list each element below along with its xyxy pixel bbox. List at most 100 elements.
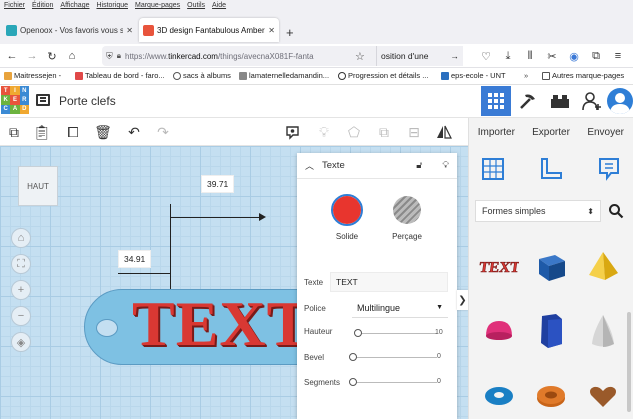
downloads-icon[interactable]: ⤓ xyxy=(500,48,516,64)
text-object[interactable]: TEXT xyxy=(132,292,310,356)
library-icon[interactable]: ⫴ xyxy=(522,48,538,64)
new-tab-button[interactable]: + xyxy=(286,25,294,40)
design-menu-icon[interactable] xyxy=(36,94,50,106)
zoom-in-icon[interactable]: + xyxy=(11,280,31,300)
bookmark-item[interactable]: sacs à albums xyxy=(173,71,231,80)
font-select[interactable]: Multilingue ▼ xyxy=(352,298,448,318)
export-button[interactable]: Exporter xyxy=(524,127,579,138)
shape-category-select[interactable]: Formes simples ⬍ xyxy=(475,200,601,222)
menu-view[interactable]: Affichage xyxy=(60,2,89,9)
height-slider-track[interactable] xyxy=(357,333,437,334)
segments-slider-track[interactable] xyxy=(352,382,437,383)
hamburger-menu-icon[interactable]: ≡ xyxy=(610,48,626,64)
pocket-icon[interactable]: ♡ xyxy=(478,48,494,64)
build-button[interactable] xyxy=(513,86,543,116)
polygon-shape[interactable] xyxy=(527,306,575,356)
puzzle-icon[interactable]: ⧉ xyxy=(588,48,604,64)
reload-icon[interactable]: ↻ xyxy=(44,48,60,64)
ungroup-icon[interactable]: ⧉ xyxy=(376,124,392,140)
menu-file[interactable]: Fichier xyxy=(4,2,25,9)
box-shape[interactable] xyxy=(527,241,575,291)
tinkercad-logo[interactable]: T I N K E R C A D xyxy=(1,86,29,114)
close-icon[interactable]: ✕ xyxy=(126,26,133,35)
grid-view-button[interactable] xyxy=(481,86,511,116)
home-view-icon[interactable]: ⌂ xyxy=(11,228,31,248)
zoom-out-icon[interactable]: − xyxy=(11,306,31,326)
duplicate-icon[interactable]: ⧠ xyxy=(65,124,81,140)
sidebar-scrollbar[interactable] xyxy=(627,312,631,412)
menu-edit[interactable]: Édition xyxy=(32,2,53,9)
home-icon[interactable]: ⌂ xyxy=(64,48,80,64)
tab-openoox[interactable]: Openoox - Vos favoris vous sui ✕ xyxy=(2,18,137,42)
screenshot-icon[interactable]: ✂ xyxy=(544,48,560,64)
forward-arrow-icon[interactable]: → xyxy=(24,48,40,64)
mirror-icon[interactable] xyxy=(436,124,452,140)
redo-icon[interactable]: ↷ xyxy=(155,124,171,140)
trash-icon[interactable]: 🗑︎ xyxy=(94,124,112,140)
lightbulb-icon[interactable]: 💡︎ xyxy=(316,124,332,140)
avatar[interactable] xyxy=(607,88,633,114)
chevron-right-icon[interactable]: ❯ xyxy=(457,290,468,310)
search-button[interactable] xyxy=(605,200,627,222)
half-sphere-shape[interactable] xyxy=(475,306,523,356)
lock-icon[interactable]: 🔓︎ xyxy=(416,160,422,171)
notes-icon[interactable] xyxy=(284,124,300,140)
other-bookmarks[interactable]: Autres marque-pages xyxy=(542,71,624,80)
tube-shape[interactable] xyxy=(527,371,575,419)
bevel-slider-track[interactable] xyxy=(352,357,437,358)
bevel-slider-handle[interactable] xyxy=(349,353,357,361)
fit-view-icon[interactable]: ⛶ xyxy=(11,254,31,274)
hole-button[interactable] xyxy=(393,196,421,224)
paraboloid-shape[interactable] xyxy=(579,306,627,356)
bricks-button[interactable] xyxy=(545,86,575,116)
close-icon[interactable]: ✕ xyxy=(268,26,275,35)
ruler-tab[interactable] xyxy=(534,152,568,186)
view-cube[interactable]: HAUT xyxy=(18,166,58,206)
send-button[interactable]: Envoyer xyxy=(578,127,633,138)
width-dimension-label[interactable]: 39.71 xyxy=(201,175,235,193)
bookmark-item[interactable]: lamaternelledamandin... xyxy=(239,71,329,80)
heart-shape[interactable] xyxy=(579,371,627,419)
menu-tools[interactable]: Outils xyxy=(187,2,205,9)
search-icon xyxy=(609,204,624,219)
bookmark-item[interactable]: Maitressejen - xyxy=(4,71,61,80)
pyramid-shape[interactable] xyxy=(579,241,627,291)
bookmark-item[interactable]: eps-ecole - UNT xyxy=(441,71,506,80)
bookmarks-overflow-icon[interactable]: » xyxy=(524,71,528,80)
height-dimension-label[interactable]: 34.91 xyxy=(118,250,152,268)
menu-history[interactable]: Historique xyxy=(96,2,128,9)
chevron-up-icon[interactable]: ︿ xyxy=(305,159,314,172)
torus-shape[interactable] xyxy=(475,371,523,419)
align-icon[interactable]: ⊟ xyxy=(406,124,422,140)
basic-shapes-tab[interactable] xyxy=(476,152,510,186)
arrow-right-icon[interactable]: → xyxy=(451,51,460,61)
group-icon[interactable]: ⬠ xyxy=(346,124,362,140)
shield-icon[interactable]: ⛨ xyxy=(106,51,113,62)
text-input[interactable]: TEXT xyxy=(330,272,448,292)
perspective-icon[interactable]: ◈ xyxy=(11,332,31,352)
import-button[interactable]: Importer xyxy=(469,127,524,138)
undo-icon[interactable]: ↶ xyxy=(126,124,142,140)
add-user-button[interactable] xyxy=(577,86,607,116)
project-title[interactable]: Porte clefs xyxy=(59,94,116,108)
extension-icon[interactable]: ◉ xyxy=(566,48,582,64)
back-arrow-icon[interactable]: ← xyxy=(4,48,20,64)
lightbulb-icon[interactable]: 💡︎ xyxy=(442,160,449,171)
tab-tinkercad[interactable]: 3D design Fantabulous Ambers ✕ xyxy=(139,18,279,42)
polygon-shape-icon xyxy=(541,314,562,348)
lock-icon[interactable]: 🔒︎ xyxy=(117,51,121,61)
solid-color-button[interactable] xyxy=(331,194,363,226)
menu-help[interactable]: Aide xyxy=(212,2,226,9)
segments-slider-handle[interactable] xyxy=(349,378,357,386)
notes-tab[interactable] xyxy=(592,152,626,186)
paste-icon[interactable]: 📋︎ xyxy=(33,124,51,140)
text-shape[interactable]: TEXT xyxy=(475,241,523,291)
star-icon[interactable]: ☆ xyxy=(355,50,365,63)
search-box[interactable]: osition d'une → xyxy=(376,46,463,66)
height-slider-handle[interactable] xyxy=(354,329,362,337)
bookmark-item[interactable]: Progression et détails ... xyxy=(338,71,428,80)
copy-icon[interactable]: ⧉ xyxy=(6,124,22,140)
bevel-label: Bevel xyxy=(304,353,325,362)
menu-bookmarks[interactable]: Marque-pages xyxy=(135,2,180,9)
bookmark-item[interactable]: Tableau de bord - faro... xyxy=(75,71,165,80)
